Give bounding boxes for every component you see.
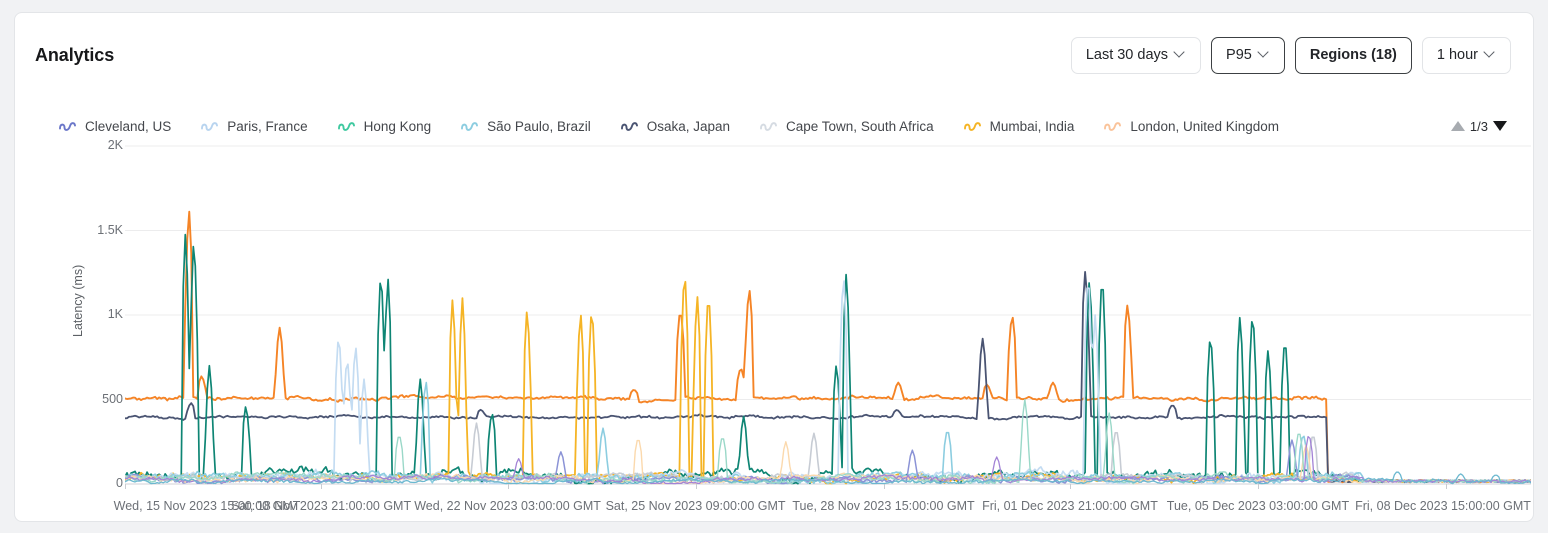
wave-icon xyxy=(59,121,76,132)
x-axis-tick-label: Tue, 05 Dec 2023 03:00:00 GMT xyxy=(1167,499,1349,513)
y-axis-tick-label: 1.5K xyxy=(77,223,123,237)
x-axis-tick-label: Sat, 18 Nov 2023 21:00:00 GMT xyxy=(231,499,411,513)
legend-item[interactable]: Osaka, Japan xyxy=(621,119,730,134)
y-axis-tick-label: 500 xyxy=(77,392,123,406)
legend: Cleveland, US Paris, France Hong Kong São P… xyxy=(15,109,1533,143)
regions-button[interactable]: Regions (18) xyxy=(1295,37,1412,74)
analytics-page: Analytics Last 30 days P95 Regions (18) 1 h… xyxy=(0,0,1548,533)
legend-item-label: London, United Kingdom xyxy=(1130,119,1279,134)
legend-item[interactable]: Mumbai, India xyxy=(964,119,1075,134)
legend-item-label: Cleveland, US xyxy=(85,119,171,134)
legend-item-label: Osaka, Japan xyxy=(647,119,730,134)
legend-item[interactable]: Paris, France xyxy=(201,119,307,134)
legend-item-label: Mumbai, India xyxy=(990,119,1075,134)
y-axis-tick-label: 0 xyxy=(77,476,123,490)
y-axis-tick-label: 1K xyxy=(77,307,123,321)
legend-page-count: 1/3 xyxy=(1470,119,1488,134)
percentile-button[interactable]: P95 xyxy=(1211,37,1285,74)
x-axis-tick-label: Sat, 25 Nov 2023 09:00:00 GMT xyxy=(606,499,786,513)
interval-button[interactable]: 1 hour xyxy=(1422,37,1511,74)
legend-item-label: São Paulo, Brazil xyxy=(487,119,591,134)
page-title: Analytics xyxy=(35,45,114,66)
x-axis-tick-label: Fri, 08 Dec 2023 15:00:00 GMT xyxy=(1355,499,1531,513)
legend-item-label: Hong Kong xyxy=(364,119,432,134)
series-line xyxy=(125,212,1531,483)
chevron-down-icon xyxy=(1485,48,1496,59)
wave-icon xyxy=(964,121,981,132)
x-axis-tick-label: Wed, 22 Nov 2023 03:00:00 GMT xyxy=(414,499,601,513)
wave-icon xyxy=(621,121,638,132)
x-axis-ticks: Wed, 15 Nov 2023 15:00:00 GMTSat, 18 Nov… xyxy=(125,495,1525,519)
chevron-down-icon xyxy=(1259,48,1270,59)
wave-icon xyxy=(338,121,355,132)
legend-item-label: Cape Town, South Africa xyxy=(786,119,934,134)
button-label: 1 hour xyxy=(1437,47,1478,63)
legend-item[interactable]: Hong Kong xyxy=(338,119,432,134)
x-axis-tick-label: Tue, 28 Nov 2023 15:00:00 GMT xyxy=(792,499,974,513)
plot-area[interactable] xyxy=(125,139,1531,491)
analytics-card: Analytics Last 30 days P95 Regions (18) 1 h… xyxy=(14,12,1534,522)
triangle-up-icon[interactable] xyxy=(1451,121,1465,131)
legend-pager: 1/3 xyxy=(1451,119,1511,134)
button-label: Regions (18) xyxy=(1310,47,1397,63)
toolbar: Last 30 days P95 Regions (18) 1 hour xyxy=(1071,37,1511,74)
wave-icon xyxy=(461,121,478,132)
legend-item[interactable]: Cleveland, US xyxy=(59,119,171,134)
legend-items: Cleveland, US Paris, France Hong Kong São P… xyxy=(59,119,1451,134)
series-lines xyxy=(125,139,1531,491)
legend-item[interactable]: São Paulo, Brazil xyxy=(461,119,591,134)
card-header: Analytics Last 30 days P95 Regions (18) 1 h… xyxy=(15,13,1533,91)
y-axis-ticks: 2K 1.5K 1K 500 0 xyxy=(77,139,123,491)
x-axis-tick-label: Fri, 01 Dec 2023 21:00:00 GMT xyxy=(982,499,1158,513)
legend-item[interactable]: London, United Kingdom xyxy=(1104,119,1279,134)
wave-icon xyxy=(760,121,777,132)
wave-icon xyxy=(1104,121,1121,132)
date-range-button[interactable]: Last 30 days xyxy=(1071,37,1201,74)
legend-item-label: Paris, France xyxy=(227,119,307,134)
button-label: Last 30 days xyxy=(1086,47,1168,63)
series-line xyxy=(125,281,1531,484)
button-label: P95 xyxy=(1226,47,1252,63)
y-axis-tick-label: 2K xyxy=(77,138,123,152)
triangle-down-icon[interactable] xyxy=(1493,121,1507,131)
series-line xyxy=(125,235,1531,484)
legend-item[interactable]: Cape Town, South Africa xyxy=(760,119,934,134)
wave-icon xyxy=(201,121,218,132)
chevron-down-icon xyxy=(1175,48,1186,59)
chart: Latency (ms) 2K1.5K1K5000 Wed, 15 Nov 20… xyxy=(15,139,1534,521)
